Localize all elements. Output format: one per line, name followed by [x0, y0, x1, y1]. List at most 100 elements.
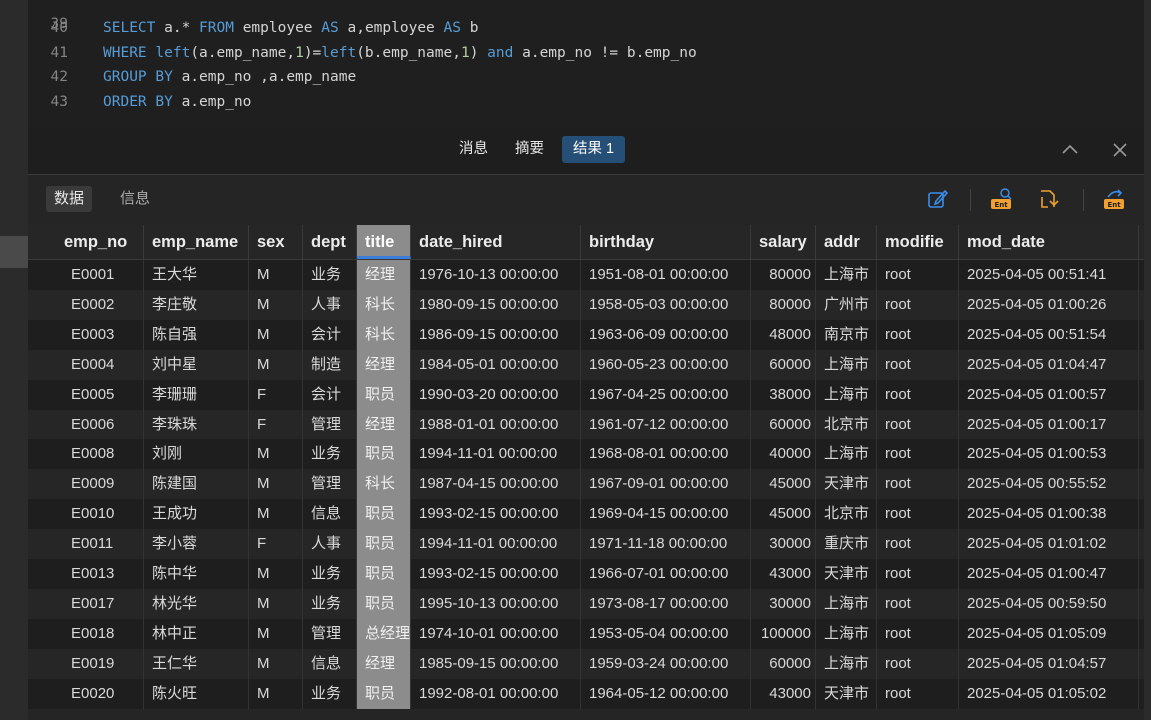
cell-birthday[interactable]: 1971-11-18 00:00:00	[581, 529, 751, 560]
cell-sex[interactable]: F	[249, 379, 303, 410]
column-header-sex[interactable]: sex	[249, 225, 303, 259]
cell-salary[interactable]: 60000	[751, 648, 816, 679]
cell-dept[interactable]: 管理	[303, 409, 357, 440]
cell-emp-no[interactable]: E0002	[56, 289, 144, 320]
cell-emp-no[interactable]: E0003	[56, 319, 144, 350]
cell-modifie[interactable]: root	[877, 289, 959, 320]
cell-emp-name[interactable]: 刘刚	[144, 439, 249, 470]
table-row[interactable]: E0010 王成功 M 信息 职员 1993-02-15 00:00:00 1969-04-…	[28, 499, 1144, 530]
table-row[interactable]: E0017 林光华 M 业务 职员 1995-10-13 00:00:00 1973-08-…	[28, 588, 1144, 619]
cell-salary[interactable]: 43000	[751, 559, 816, 589]
cell-mod-date[interactable]: 2025-04-05 00:59:50	[959, 588, 1139, 619]
table-row[interactable]: E0018 林中正 M 管理 总经理 1974-10-01 00:00:00 1953-05…	[28, 618, 1144, 649]
cell-modifie[interactable]: root	[877, 349, 959, 380]
table-row[interactable]: E0009 陈建国 M 管理 科长 1987-04-15 00:00:00 1967-09-…	[28, 469, 1144, 500]
cell-addr[interactable]: 天津市	[816, 678, 877, 709]
cell-date-hired[interactable]: 1992-08-01 00:00:00	[411, 678, 581, 709]
cell-modifie[interactable]: root	[877, 409, 959, 440]
cell-dept[interactable]: 业务	[303, 439, 357, 470]
cell-dept[interactable]: 人事	[303, 289, 357, 320]
cell-dept[interactable]: 业务	[303, 588, 357, 619]
cell-dept[interactable]: 业务	[303, 678, 357, 709]
column-header-addr[interactable]: addr	[816, 225, 877, 259]
column-header-salary[interactable]: salary	[751, 225, 816, 259]
cell-date-hired[interactable]: 1993-02-15 00:00:00	[411, 559, 581, 589]
cell-salary[interactable]: 48000	[751, 319, 816, 350]
cell-salary[interactable]: 45000	[751, 469, 816, 500]
cell-mod-date[interactable]: 2025-04-05 01:00:47	[959, 559, 1139, 589]
cell-emp-no[interactable]: E0001	[56, 260, 144, 290]
cell-date-hired[interactable]: 1995-10-13 00:00:00	[411, 588, 581, 619]
cell-emp-no[interactable]: E0004	[56, 349, 144, 380]
cell-date-hired[interactable]: 1994-11-01 00:00:00	[411, 439, 581, 470]
refresh-icon[interactable]	[1036, 187, 1060, 211]
cell-emp-name[interactable]: 林光华	[144, 588, 249, 619]
cell-modifie[interactable]: root	[877, 529, 959, 560]
cell-emp-name[interactable]: 李庄敬	[144, 289, 249, 320]
cell-salary[interactable]: 45000	[751, 499, 816, 530]
table-row[interactable]: E0011 李小蓉 F 人事 职员 1994-11-01 00:00:00 1971-11-…	[28, 529, 1144, 560]
cell-title[interactable]: 科长	[357, 289, 411, 320]
cell-title[interactable]: 科长	[357, 319, 411, 350]
cell-birthday[interactable]: 1967-04-25 00:00:00	[581, 379, 751, 410]
cell-salary[interactable]: 38000	[751, 379, 816, 410]
cell-modifie[interactable]: root	[877, 379, 959, 410]
sql-editor[interactable]: 39 40 SELECT a.* FROM employee AS a,emplo…	[28, 0, 1144, 128]
cell-modifie[interactable]: root	[877, 319, 959, 350]
cell-date-hired[interactable]: 1985-09-15 00:00:00	[411, 648, 581, 679]
cell-emp-no[interactable]: E0005	[56, 379, 144, 410]
column-header-birthday[interactable]: birthday	[581, 225, 751, 259]
cell-emp-no[interactable]: E0010	[56, 499, 144, 530]
cell-birthday[interactable]: 1961-07-12 00:00:00	[581, 409, 751, 440]
cell-birthday[interactable]: 1959-03-24 00:00:00	[581, 648, 751, 679]
cell-sex[interactable]: M	[249, 469, 303, 500]
cell-birthday[interactable]: 1953-05-04 00:00:00	[581, 618, 751, 649]
cell-salary[interactable]: 30000	[751, 529, 816, 560]
cell-emp-no[interactable]: E0020	[56, 678, 144, 709]
cell-mod-date[interactable]: 2025-04-05 01:04:57	[959, 648, 1139, 679]
cell-birthday[interactable]: 1964-05-12 00:00:00	[581, 678, 751, 709]
cell-birthday[interactable]: 1968-08-01 00:00:00	[581, 439, 751, 470]
cell-date-hired[interactable]: 1984-05-01 00:00:00	[411, 349, 581, 380]
cell-sex[interactable]: M	[249, 439, 303, 470]
column-header-modifie[interactable]: modifie	[877, 225, 959, 259]
cell-sex[interactable]: F	[249, 529, 303, 560]
cell-title[interactable]: 经理	[357, 349, 411, 380]
cell-title[interactable]: 职员	[357, 379, 411, 410]
cell-dept[interactable]: 会计	[303, 319, 357, 350]
cell-birthday[interactable]: 1963-06-09 00:00:00	[581, 319, 751, 350]
table-row[interactable]: E0002 李庄敬 M 人事 科长 1980-09-15 00:00:00 1958-05-…	[28, 289, 1144, 320]
cell-mod-date[interactable]: 2025-04-05 00:51:41	[959, 260, 1139, 290]
cell-title[interactable]: 经理	[357, 648, 411, 679]
cell-mod-date[interactable]: 2025-04-05 01:01:02	[959, 529, 1139, 560]
cell-sex[interactable]: F	[249, 409, 303, 440]
cell-emp-no[interactable]: E0019	[56, 648, 144, 679]
cell-emp-no[interactable]: E0011	[56, 529, 144, 560]
cell-emp-no[interactable]: E0018	[56, 618, 144, 649]
cell-mod-date[interactable]: 2025-04-05 01:05:09	[959, 618, 1139, 649]
cell-birthday[interactable]: 1958-05-03 00:00:00	[581, 289, 751, 320]
cell-date-hired[interactable]: 1994-11-01 00:00:00	[411, 529, 581, 560]
cell-birthday[interactable]: 1960-05-23 00:00:00	[581, 349, 751, 380]
table-row[interactable]: E0013 陈中华 M 业务 职员 1993-02-15 00:00:00 1966-07-…	[28, 559, 1144, 589]
table-row[interactable]: E0006 李珠珠 F 管理 经理 1988-01-01 00:00:00 1961-07-…	[28, 409, 1144, 440]
cell-addr[interactable]: 重庆市	[816, 529, 877, 560]
cell-birthday[interactable]: 1967-09-01 00:00:00	[581, 469, 751, 500]
cell-title[interactable]: 科长	[357, 469, 411, 500]
cell-addr[interactable]: 上海市	[816, 588, 877, 619]
table-row[interactable]: E0001 王大华 M 业务 经理 1976-10-13 00:00:00 1951-08-…	[28, 260, 1144, 290]
cell-date-hired[interactable]: 1980-09-15 00:00:00	[411, 289, 581, 320]
cell-date-hired[interactable]: 1986-09-15 00:00:00	[411, 319, 581, 350]
close-icon[interactable]	[1109, 140, 1131, 162]
cell-sex[interactable]: M	[249, 588, 303, 619]
cell-dept[interactable]: 制造	[303, 349, 357, 380]
table-row[interactable]: E0004 刘中星 M 制造 经理 1984-05-01 00:00:00 1960-05-…	[28, 349, 1144, 380]
cell-addr[interactable]: 广州市	[816, 289, 877, 320]
cell-title[interactable]: 职员	[357, 439, 411, 470]
cell-date-hired[interactable]: 1990-03-20 00:00:00	[411, 379, 581, 410]
cell-dept[interactable]: 会计	[303, 379, 357, 410]
cell-addr[interactable]: 北京市	[816, 409, 877, 440]
cell-emp-no[interactable]: E0013	[56, 559, 144, 589]
subtab-info[interactable]: 信息	[112, 186, 158, 212]
cell-modifie[interactable]: root	[877, 439, 959, 470]
